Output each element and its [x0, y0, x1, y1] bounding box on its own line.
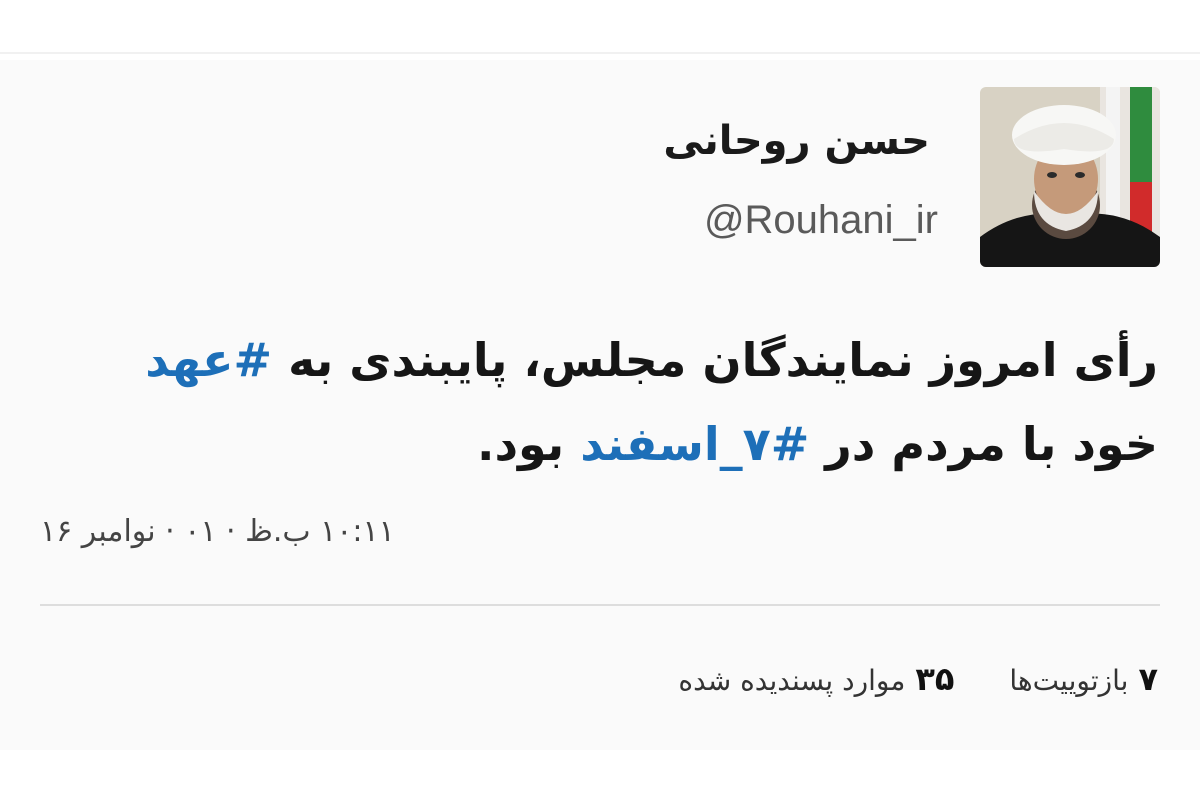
- retweets-stat[interactable]: ۷ بازتوییت‌ها: [1009, 660, 1158, 698]
- top-divider: [0, 52, 1200, 54]
- tweet-text: رأی امروز نمایندگان مجلس، پایبندی به #عه…: [58, 318, 1158, 486]
- tweet-screenshot: حسن روحانی @Rouhani_ir رأی امروز نمایندگ…: [0, 0, 1200, 800]
- likes-stat[interactable]: ۳۵ موارد پسندیده شده: [678, 660, 954, 698]
- hashtag-link[interactable]: #عهد: [145, 333, 272, 387]
- tweet-timestamp[interactable]: ۱۰:۱۱ ب.ظ · ۰۱ · نوامبر ۱۶: [40, 514, 395, 549]
- likes-count: ۳۵: [915, 660, 955, 698]
- stats-divider: [40, 604, 1160, 606]
- tweet-stats: ۷ بازتوییت‌ها ۳۵ موارد پسندیده شده: [632, 660, 1158, 698]
- author-handle[interactable]: @Rouhani_ir: [704, 198, 938, 243]
- retweets-label: بازتوییت‌ها: [1009, 664, 1129, 697]
- tweet-text-part: بود.: [476, 417, 581, 471]
- profile-photo-icon: [980, 87, 1160, 267]
- tweet-text-part: رأی امروز نمایندگان مجلس، پایبندی به: [272, 333, 1158, 387]
- likes-label: موارد پسندیده شده: [678, 664, 906, 697]
- avatar[interactable]: [980, 87, 1160, 267]
- author-name[interactable]: حسن روحانی: [663, 118, 930, 164]
- retweets-count: ۷: [1138, 660, 1158, 698]
- tweet-text-part: خود با مردم در: [809, 417, 1158, 471]
- hashtag-link[interactable]: #۷_اسفند: [580, 417, 809, 471]
